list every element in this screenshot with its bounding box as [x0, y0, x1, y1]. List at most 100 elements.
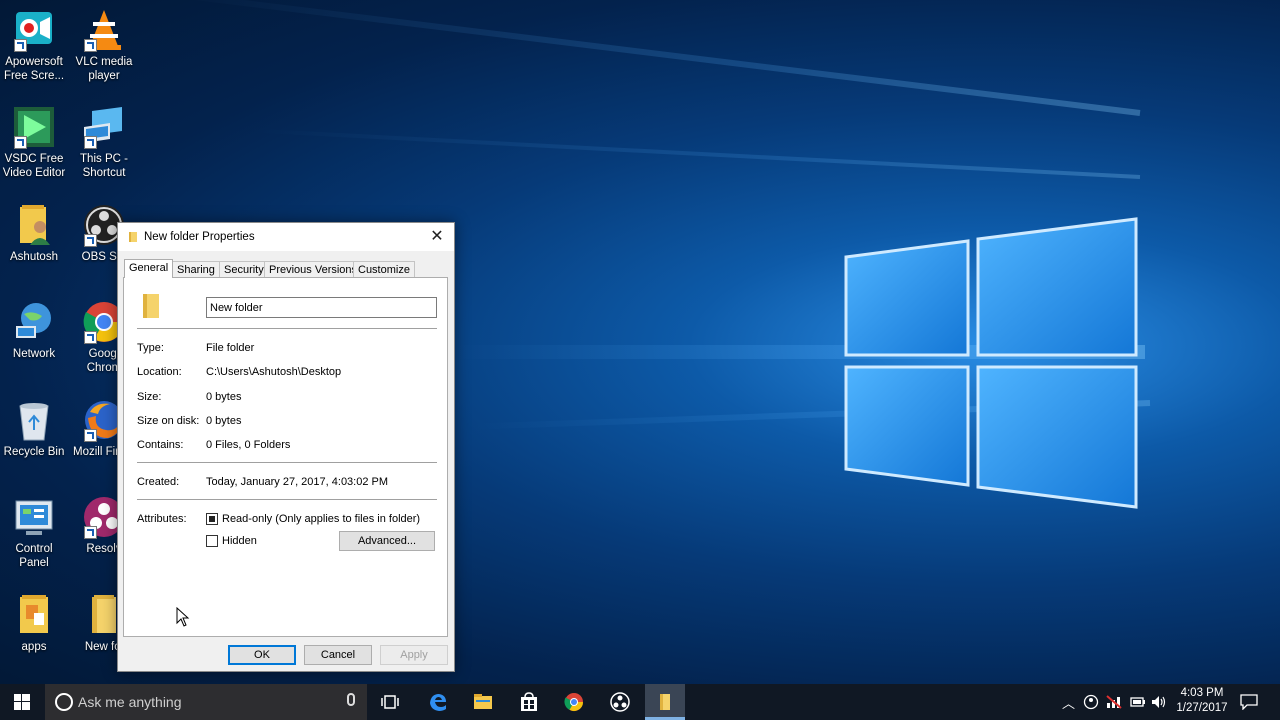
task-view-button[interactable] — [372, 684, 408, 720]
desktop-icon-label: VLC media player — [75, 56, 133, 82]
user-folder-icon — [20, 205, 50, 245]
location-value: C:\Users\Ashutosh\Desktop — [206, 366, 342, 378]
contains-label: Contains: — [137, 439, 184, 451]
dialog-titlebar[interactable]: New folder Properties ✕ — [118, 223, 454, 251]
show-hidden-icons-chevron-icon[interactable]: ︿ — [1062, 693, 1075, 712]
shortcut-arrow-icon — [84, 429, 97, 442]
folder-name-input[interactable] — [206, 297, 437, 318]
network-status-icon[interactable] — [1106, 695, 1122, 709]
battery-icon[interactable] — [1130, 696, 1146, 708]
desktop-icon-ashutosh[interactable]: Ashutosh — [0, 203, 68, 264]
tab-security[interactable]: Security — [219, 261, 269, 277]
taskbar-obs[interactable] — [602, 684, 638, 720]
file-explorer-icon — [474, 694, 492, 709]
type-value: File folder — [206, 342, 255, 354]
ok-button[interactable]: OK — [228, 645, 296, 665]
general-panel: Type: File folder Location: C:\Users\Ash… — [123, 277, 448, 637]
edge-icon — [430, 694, 446, 711]
windows-logo — [844, 217, 1138, 509]
desktop-icon-this-pc[interactable]: This PC - Shortcut — [70, 105, 138, 180]
taskbar-chrome[interactable] — [556, 684, 592, 720]
desktop-icon-control-panel[interactable]: Control Panel — [0, 495, 68, 570]
size-on-disk-value: 0 bytes — [206, 415, 242, 427]
size-value: 0 bytes — [206, 391, 242, 403]
cancel-button[interactable]: Cancel — [304, 645, 372, 665]
recycle-bin-icon — [19, 403, 49, 441]
taskbar-folder-window[interactable] — [645, 684, 685, 720]
shortcut-arrow-icon — [84, 39, 97, 52]
start-button[interactable] — [0, 684, 44, 720]
shortcut-arrow-icon — [84, 136, 97, 149]
desktop-icon-label: Ashutosh — [10, 251, 58, 263]
desktop-icon-label: This PC - Shortcut — [80, 153, 128, 179]
desktop-icon-label: Control Panel — [15, 543, 53, 569]
folder-icon — [143, 294, 159, 318]
tray-app-icon[interactable] — [1083, 694, 1099, 710]
separator — [137, 462, 437, 464]
desktop-icon-vlc[interactable]: VLC media player — [70, 8, 138, 83]
clock-time: 4:03 PM — [1180, 687, 1224, 699]
control-panel-icon — [15, 500, 53, 535]
advanced-button[interactable]: Advanced... — [339, 531, 435, 551]
system-clock[interactable]: 4:03 PM 1/27/2017 — [1172, 686, 1232, 716]
size-label: Size: — [137, 391, 162, 403]
shortcut-arrow-icon — [14, 136, 27, 149]
task-view-icon — [381, 695, 399, 709]
folder-icon — [660, 694, 670, 710]
readonly-checkbox[interactable] — [206, 513, 218, 525]
size-on-disk-label: Size on disk: — [137, 415, 200, 427]
hidden-label[interactable]: Hidden — [222, 535, 257, 547]
properties-dialog: New folder Properties ✕ General Sharing … — [117, 222, 455, 672]
apps-folder-icon — [20, 595, 48, 633]
tab-general[interactable]: General — [124, 259, 174, 278]
taskbar-store[interactable] — [511, 684, 547, 720]
store-icon — [521, 692, 537, 711]
cortana-icon — [55, 693, 73, 711]
location-label: Location: — [137, 366, 182, 378]
desktop-icon-network[interactable]: Network — [0, 300, 68, 361]
desktop-icon-vsdc[interactable]: VSDC Free Video Editor — [0, 105, 68, 180]
shortcut-arrow-icon — [84, 234, 97, 247]
contains-value: 0 Files, 0 Folders — [206, 439, 291, 451]
cortana-search-box[interactable]: Ask me anything — [45, 684, 367, 720]
created-label: Created: — [137, 476, 180, 488]
clock-date: 1/27/2017 — [1176, 702, 1228, 714]
mouse-cursor-icon — [176, 607, 190, 627]
desktop-icon-label: Network — [12, 348, 56, 360]
desktop-icon-apowersoft[interactable]: Apowersoft Free Scre... — [0, 8, 68, 83]
tab-customize[interactable]: Customize — [353, 261, 415, 277]
action-center-icon[interactable] — [1240, 694, 1258, 710]
desktop-icon-label: apps — [21, 641, 47, 653]
separator — [137, 499, 437, 501]
obs-icon — [610, 692, 630, 712]
desktop-icon-label: Apowersoft Free Scre... — [3, 56, 65, 82]
taskbar: Ask me anything ︿ 4:03 PM 1/27/2017 — [0, 684, 1280, 720]
desktop-icon-recycle-bin[interactable]: Recycle Bin — [0, 398, 68, 459]
shortcut-arrow-icon — [14, 39, 27, 52]
shortcut-arrow-icon — [84, 526, 97, 539]
hidden-checkbox[interactable] — [206, 535, 218, 547]
tab-sharing[interactable]: Sharing — [172, 261, 220, 277]
folder-icon — [129, 232, 137, 242]
apply-button[interactable]: Apply — [380, 645, 448, 665]
desktop-icon-label: VSDC Free Video Editor — [2, 153, 66, 179]
dialog-title: New folder Properties — [144, 231, 255, 243]
search-placeholder: Ask me anything — [78, 694, 182, 710]
separator — [137, 328, 437, 330]
shortcut-arrow-icon — [84, 331, 97, 344]
microphone-icon[interactable] — [347, 693, 355, 706]
close-icon[interactable]: ✕ — [420, 223, 454, 251]
created-value: Today, January 27, 2017, 4:03:02 PM — [206, 476, 389, 488]
volume-icon[interactable] — [1151, 694, 1167, 710]
desktop-icon-label: Recycle Bin — [3, 446, 65, 458]
network-icon — [16, 303, 51, 338]
readonly-label[interactable]: Read-only (Only applies to files in fold… — [222, 513, 420, 525]
taskbar-file-explorer[interactable] — [465, 684, 501, 720]
attributes-label: Attributes: — [137, 513, 187, 525]
chrome-icon — [564, 693, 583, 712]
windows-start-icon — [14, 694, 30, 710]
type-label: Type: — [137, 342, 164, 354]
taskbar-edge[interactable] — [420, 684, 456, 720]
desktop-icon-apps[interactable]: apps — [0, 593, 68, 654]
tab-previous-versions[interactable]: Previous Versions — [264, 261, 363, 277]
